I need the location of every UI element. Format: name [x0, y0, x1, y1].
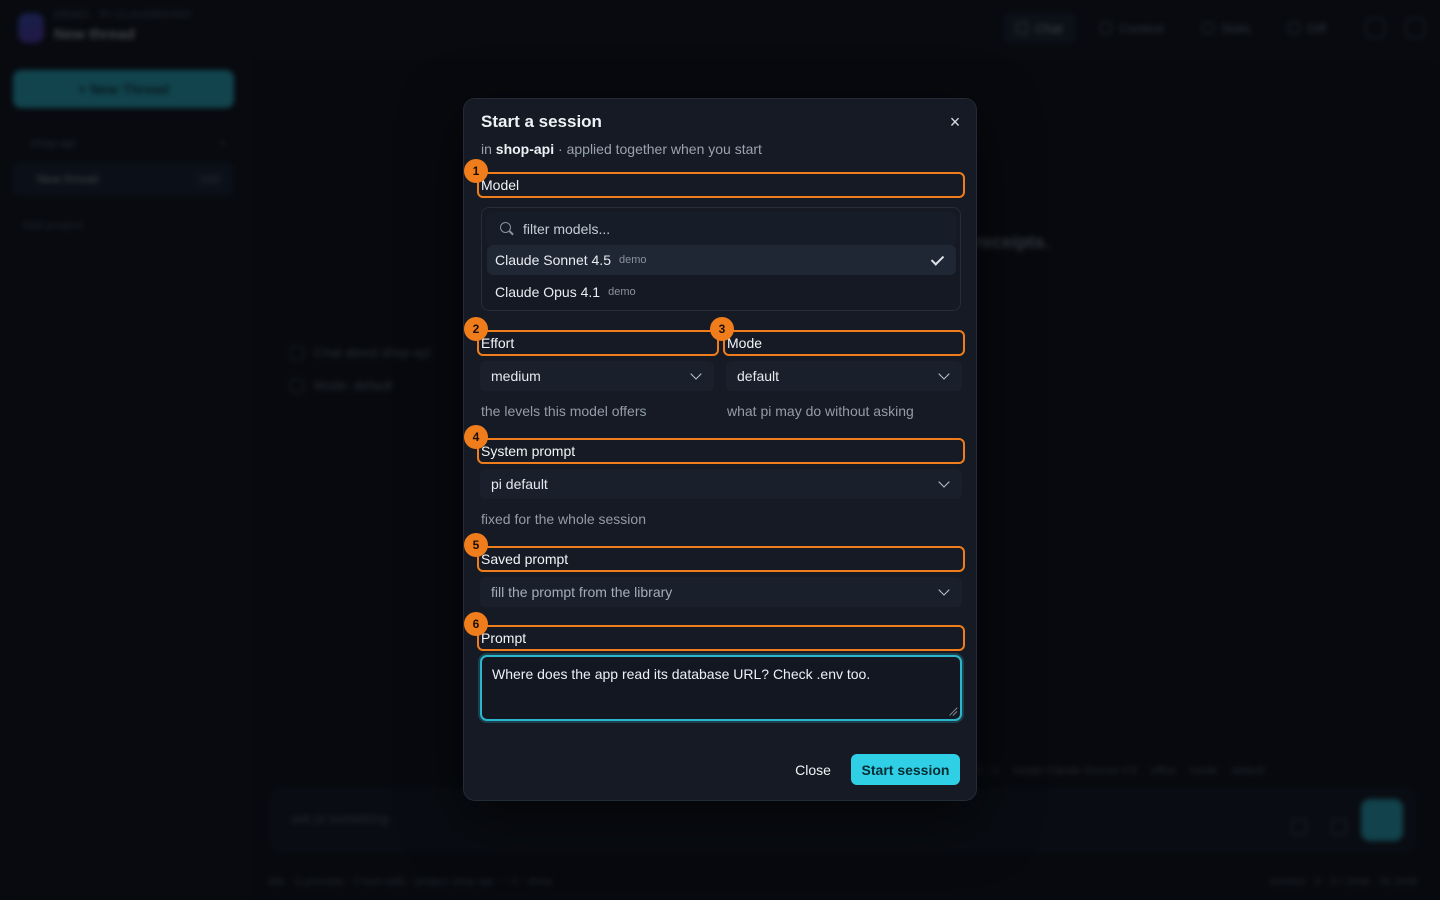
model-picker: Claude Sonnet 4.5 demo Claude Opus 4.1 d… [481, 207, 961, 311]
model-option-sonnet[interactable]: Claude Sonnet 4.5 demo [487, 245, 956, 275]
step-badge-2: 2 [464, 317, 488, 341]
chevron-down-icon [938, 476, 950, 488]
step-badge-1: 1 [464, 159, 488, 183]
effort-help: the levels this model offers [481, 403, 647, 419]
step-badge-3: 3 [710, 317, 734, 341]
prompt-textarea[interactable]: Where does the app read its database URL… [482, 657, 960, 719]
dialog-subtitle: in shop-api · applied together when you … [481, 141, 762, 157]
system-prompt-label: System prompt [477, 438, 965, 464]
chevron-down-icon [938, 584, 950, 596]
close-button[interactable]: Close [786, 755, 840, 785]
system-prompt-select[interactable]: pi default [480, 469, 962, 499]
effort-select[interactable]: medium [480, 361, 714, 391]
step-badge-6: 6 [464, 612, 488, 636]
saved-prompt-label: Saved prompt [477, 546, 965, 572]
chevron-down-icon [938, 368, 950, 380]
mode-select[interactable]: default [726, 361, 962, 391]
prompt-field[interactable]: Where does the app read its database URL… [480, 655, 962, 721]
step-badge-5: 5 [464, 533, 488, 557]
search-icon [500, 222, 514, 236]
effort-label: Effort [477, 330, 719, 356]
option-tag: demo [618, 254, 647, 266]
chevron-down-icon [690, 368, 702, 380]
step-badge-4: 4 [464, 425, 488, 449]
model-option-opus[interactable]: Claude Opus 4.1 demo [487, 277, 956, 307]
dialog-title: Start a session [481, 112, 602, 131]
workspace-name: shop-api [495, 141, 555, 157]
system-prompt-help: fixed for the whole session [481, 511, 646, 527]
resize-handle-icon[interactable] [948, 707, 957, 716]
model-label: Model [477, 172, 965, 198]
mode-label: Mode [723, 330, 965, 356]
model-search[interactable] [486, 212, 956, 246]
close-icon[interactable]: × [944, 111, 966, 133]
prompt-label: Prompt [477, 625, 965, 651]
saved-prompt-select[interactable]: fill the prompt from the library [480, 577, 962, 607]
check-icon [932, 252, 946, 266]
mode-help: what pi may do without asking [727, 403, 914, 419]
model-filter-input[interactable] [523, 221, 943, 237]
start-session-dialog: Start a session in shop-api · applied to… [463, 98, 977, 801]
option-tag: demo [608, 286, 636, 298]
start-session-button[interactable]: Start session [851, 754, 960, 785]
